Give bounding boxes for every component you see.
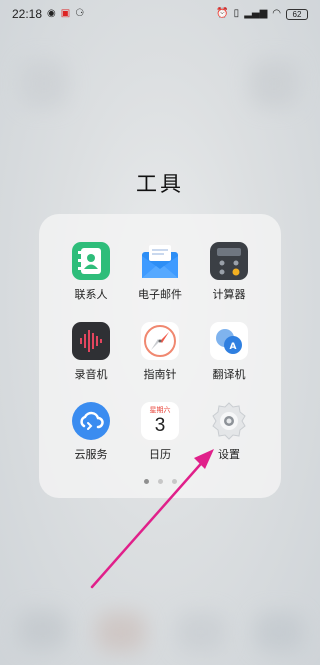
app-settings[interactable]: 设置 <box>193 402 265 462</box>
signal-icon: ▂▄▆ <box>244 8 268 19</box>
translate-icon: A <box>210 322 248 360</box>
background-blur <box>176 612 226 652</box>
alarm-icon: ⏰ <box>216 8 229 19</box>
app-translator[interactable]: A 翻译机 <box>193 322 265 382</box>
calendar-weekday: 星期六 <box>149 406 171 414</box>
battery-indicator: 62 <box>286 8 308 20</box>
cloud-icon <box>72 402 110 440</box>
app-icon: ⚆ <box>75 8 85 19</box>
app-label: 电子邮件 <box>138 288 182 301</box>
app-label: 日历 <box>149 448 171 461</box>
svg-text:A: A <box>230 342 237 352</box>
background-blur <box>20 60 68 108</box>
app-label: 翻译机 <box>212 368 246 381</box>
calendar-icon: 星期六 3 <box>141 402 179 440</box>
vibrate-icon: ▯ <box>233 8 240 19</box>
app-label: 计算器 <box>212 288 246 301</box>
app-compass[interactable]: 指南针 <box>124 322 196 382</box>
app-label: 指南针 <box>143 368 177 381</box>
background-blur <box>250 60 298 108</box>
app-label: 联系人 <box>74 288 108 301</box>
app-calculator[interactable]: 计算器 <box>193 242 265 302</box>
recorder-icon <box>72 322 110 360</box>
app-label: 设置 <box>218 448 240 461</box>
contacts-icon <box>72 242 110 280</box>
app-recorder[interactable]: 录音机 <box>55 322 127 382</box>
compass-icon <box>141 322 179 360</box>
app-cloud[interactable]: 云服务 <box>55 402 127 462</box>
app-calendar[interactable]: 星期六 3 日历 <box>124 402 196 462</box>
mail-icon <box>141 242 179 280</box>
folder-title: 工具 <box>136 172 184 196</box>
app-contacts[interactable]: 联系人 <box>55 242 127 302</box>
page-dot[interactable] <box>143 479 149 484</box>
page-dot[interactable] <box>171 479 177 484</box>
background-blur <box>96 612 146 652</box>
background-blur <box>18 610 68 650</box>
status-bar: 22:18 ◉ ▣ ⚆ ⏰ ▯ ▂▄▆ ◠ 62 <box>0 0 320 28</box>
notification-icon: ▣ <box>60 8 71 19</box>
app-label: 录音机 <box>74 368 108 381</box>
wifi-icon: ◠ <box>272 8 281 19</box>
weibo-icon: ◉ <box>47 8 56 19</box>
app-email[interactable]: 电子邮件 <box>124 242 196 302</box>
app-label: 云服务 <box>74 448 108 461</box>
page-dot[interactable] <box>157 479 163 484</box>
calendar-day: 3 <box>154 415 166 436</box>
background-blur <box>254 612 304 652</box>
page-indicator <box>0 479 320 484</box>
settings-gear-icon <box>210 402 248 440</box>
status-time: 22:18 <box>12 7 43 21</box>
calculator-icon <box>210 242 248 280</box>
